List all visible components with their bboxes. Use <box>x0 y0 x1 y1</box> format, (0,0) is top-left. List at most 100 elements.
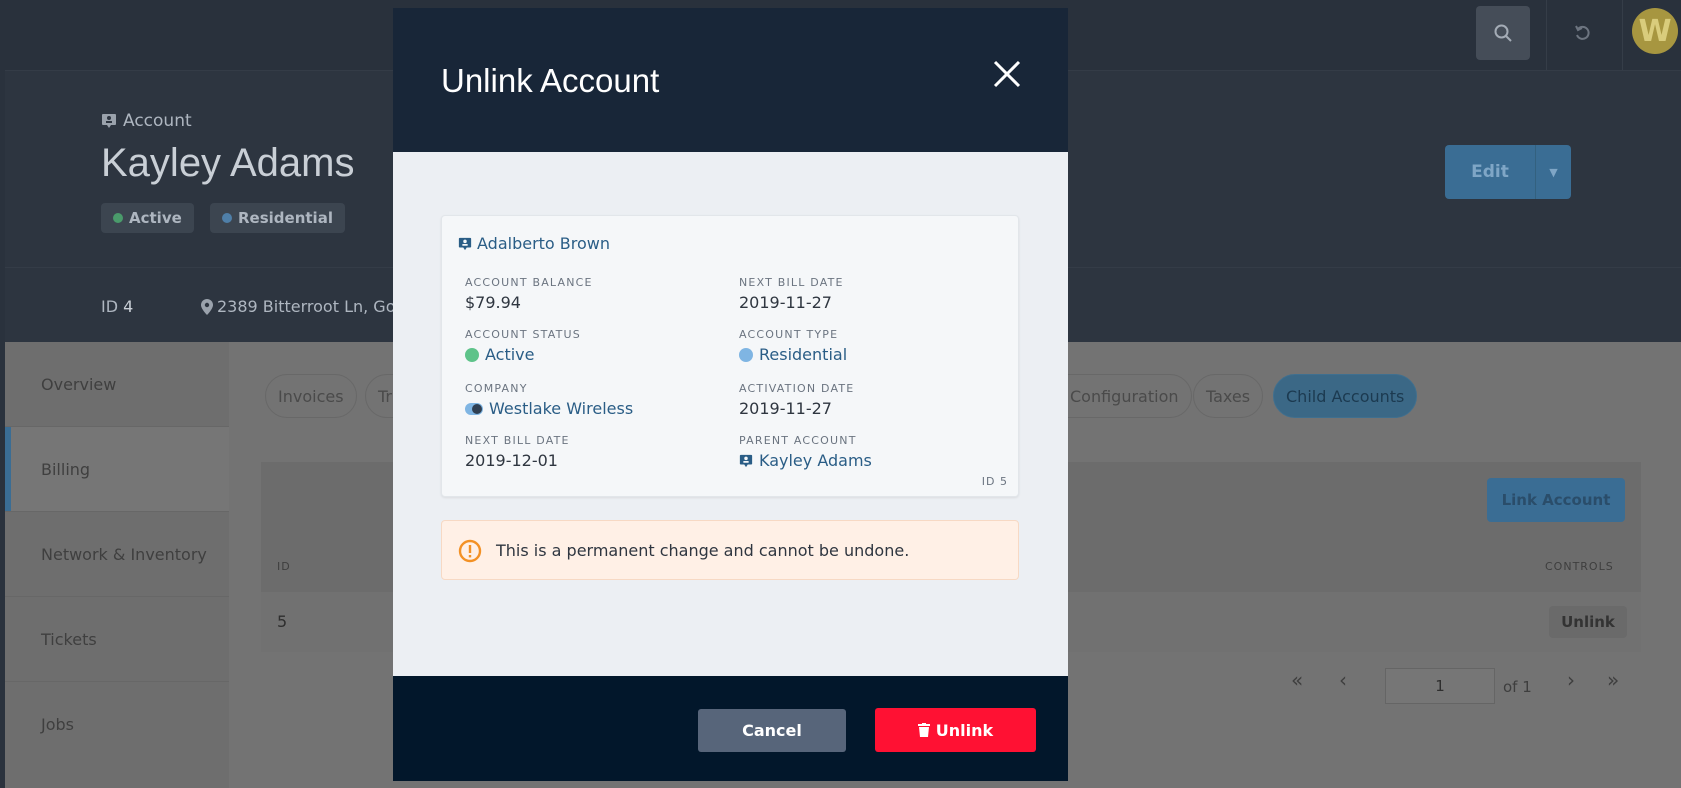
warning-banner: This is a permanent change and cannot be… <box>441 520 1019 580</box>
undo-button[interactable] <box>1556 6 1610 60</box>
page-count: of 1 <box>1503 678 1532 696</box>
tab-label: Invoices <box>278 386 344 406</box>
sidebar-item-jobs[interactable]: Jobs <box>5 682 229 766</box>
tab-taxes[interactable]: Taxes <box>1193 374 1264 418</box>
unlink-label: Unlink <box>935 720 994 740</box>
column-header-id: ID <box>277 560 291 573</box>
parent-account-field: PARENT ACCOUNT Kayley Adams <box>739 434 872 470</box>
chevron-down-icon[interactable]: ▼ <box>1535 145 1571 199</box>
sidebar-item-billing[interactable]: Billing <box>5 427 229 511</box>
field-value: $79.94 <box>465 293 521 312</box>
parent-account-link[interactable]: Kayley Adams <box>759 451 872 470</box>
company-toggle-icon <box>465 402 483 415</box>
undo-icon <box>1575 25 1590 40</box>
search-button[interactable] <box>1476 6 1530 60</box>
sidebar-item-label: Jobs <box>41 714 74 734</box>
account-icon <box>739 454 753 467</box>
card-id: ID 5 <box>981 475 1008 488</box>
field-label: ACTIVATION DATE <box>739 382 855 395</box>
tab-child-accounts[interactable]: Child Accounts <box>1273 374 1418 418</box>
table-cell-id: 5 <box>277 612 288 631</box>
account-address: 2389 Bitterroot Ln, Gold <box>201 297 410 316</box>
status-badge-label: Active <box>129 209 182 227</box>
account-balance-field: ACCOUNT BALANCE $79.94 <box>465 276 593 312</box>
field-label: ACCOUNT STATUS <box>465 328 581 341</box>
company-link[interactable]: Westlake Wireless <box>489 399 633 418</box>
account-link[interactable]: Adalberto Brown <box>458 234 610 253</box>
first-page-icon[interactable]: « <box>1291 668 1303 692</box>
warning-icon <box>458 539 482 563</box>
sidebar-item-network-inventory[interactable]: Network & Inventory <box>5 512 229 596</box>
sidebar-item-overview[interactable]: Overview <box>5 342 229 426</box>
sidebar-item-label: Billing <box>41 459 91 479</box>
sidebar: Overview Billing Network & Inventory Tic… <box>5 342 229 788</box>
map-pin-icon <box>201 298 213 315</box>
field-value: 2019-12-01 <box>465 451 558 470</box>
breadcrumb-label: Account <box>123 111 192 131</box>
next-bill-date-field: NEXT BILL DATE 2019-11-27 <box>739 276 844 312</box>
divider <box>1622 0 1623 70</box>
status-dot <box>465 347 479 362</box>
page-title: Kayley Adams <box>101 141 355 185</box>
cancel-label: Cancel <box>742 721 802 740</box>
account-icon <box>458 237 472 250</box>
last-page-icon[interactable]: » <box>1607 668 1619 692</box>
address-text: 2389 Bitterroot Ln, Gold <box>217 297 411 316</box>
field-value: 2019-11-27 <box>739 293 832 312</box>
row-unlink-button[interactable]: Unlink <box>1549 606 1627 638</box>
tab-invoices[interactable]: Invoices <box>265 374 357 418</box>
sidebar-item-label: Network & Inventory <box>41 544 207 564</box>
warning-text: This is a permanent change and cannot be… <box>496 541 910 560</box>
edit-button[interactable]: Edit ▼ <box>1445 145 1571 199</box>
sidebar-item-label: Tickets <box>41 629 97 649</box>
field-label: PARENT ACCOUNT <box>739 434 857 447</box>
field-value: Kayley Adams <box>739 451 872 470</box>
company-field: COMPANY Westlake Wireless <box>465 382 633 418</box>
status-value: Active <box>485 345 535 364</box>
next-page-icon[interactable]: › <box>1567 668 1575 692</box>
prev-page-icon[interactable]: ‹ <box>1339 668 1347 692</box>
unlink-account-modal: Unlink Account Adalberto Brown ACCOUNT B… <box>393 8 1068 781</box>
field-value: 2019-11-27 <box>739 399 832 418</box>
sidebar-item-tickets[interactable]: Tickets <box>5 597 229 681</box>
edit-label: Edit <box>1471 162 1509 182</box>
type-value: Residential <box>759 345 848 364</box>
status-badge: Active <box>101 203 194 233</box>
field-label: ACCOUNT TYPE <box>739 328 839 341</box>
unlink-button[interactable]: Unlink <box>875 708 1036 752</box>
type-badge-label: Residential <box>238 209 333 227</box>
page-input[interactable]: 1 <box>1385 668 1495 704</box>
field-label: NEXT BILL DATE <box>465 434 570 447</box>
type-dot <box>222 213 232 223</box>
avatar[interactable]: W <box>1632 8 1678 54</box>
sidebar-item-label: Overview <box>41 374 117 394</box>
account-icon <box>102 114 116 128</box>
field-label: ACCOUNT BALANCE <box>465 276 593 289</box>
tab-label: Tr <box>378 386 392 406</box>
account-id-label: ID <box>101 297 119 316</box>
search-icon <box>1494 24 1512 42</box>
account-type-field: ACCOUNT TYPE Residential <box>739 328 847 364</box>
column-header-controls: CONTROLS <box>1545 560 1614 573</box>
modal-title: Unlink Account <box>441 62 660 99</box>
account-card: Adalberto Brown ACCOUNT BALANCE $79.94 N… <box>441 215 1019 497</box>
tab-label: Child Accounts <box>1286 386 1405 406</box>
field-value: Active <box>465 345 581 364</box>
breadcrumb: Account <box>101 111 192 131</box>
link-account-button[interactable]: Link Account <box>1487 478 1625 522</box>
field-label: COMPANY <box>465 382 528 395</box>
account-id: ID 4 <box>101 297 133 316</box>
close-icon[interactable] <box>991 58 1023 90</box>
divider <box>1546 0 1547 70</box>
trash-icon <box>917 723 930 737</box>
account-status-field: ACCOUNT STATUS Active <box>465 328 581 364</box>
account-name: Adalberto Brown <box>477 234 611 253</box>
type-badge: Residential <box>210 203 345 233</box>
activation-date-field: ACTIVATION DATE 2019-11-27 <box>739 382 854 418</box>
status-dot <box>113 213 123 223</box>
modal-header: Unlink Account <box>393 8 1068 152</box>
field-label: NEXT BILL DATE <box>739 276 844 289</box>
cancel-button[interactable]: Cancel <box>698 709 846 752</box>
account-id-value: 4 <box>123 297 134 316</box>
tab-label: Taxes <box>1206 386 1251 406</box>
